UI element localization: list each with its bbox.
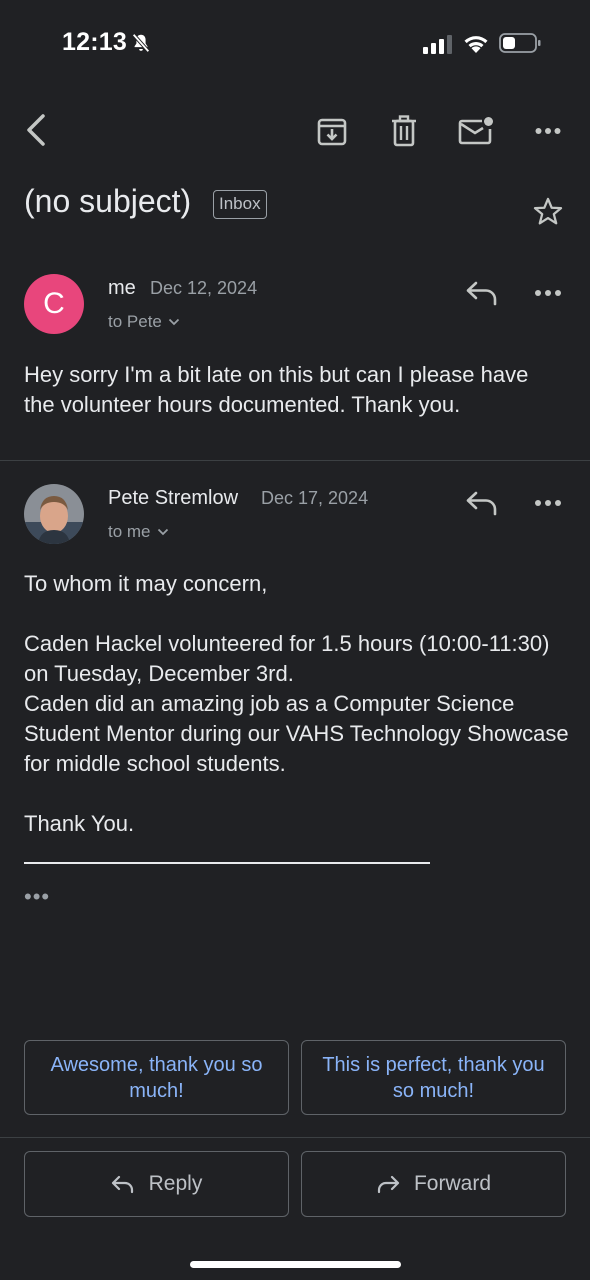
reply-button[interactable]: Reply xyxy=(24,1151,289,1217)
bell-slash-icon xyxy=(132,33,150,53)
trash-icon[interactable] xyxy=(385,112,423,150)
message-date: Dec 12, 2024 xyxy=(150,278,258,298)
signature-divider xyxy=(24,862,430,864)
footer-divider xyxy=(0,1137,590,1138)
reply-icon xyxy=(111,1175,133,1194)
message-body: To whom it may concern, Caden Hackel vol… xyxy=(24,571,569,836)
back-arrow-icon[interactable] xyxy=(16,110,56,150)
recipient-toggle[interactable]: to me xyxy=(108,522,169,542)
more-icon[interactable] xyxy=(530,488,566,518)
more-icon[interactable] xyxy=(530,278,566,308)
smart-reply-button[interactable]: This is perfect, thank you so much! xyxy=(301,1040,566,1115)
forward-button[interactable]: Forward xyxy=(301,1151,566,1217)
smart-reply-button[interactable]: Awesome, thank you so much! xyxy=(24,1040,289,1115)
wifi-icon xyxy=(464,36,488,53)
message-divider xyxy=(0,460,590,461)
sender-name: Pete Stremlow xyxy=(108,487,239,509)
cellular-signal-icon xyxy=(423,35,452,54)
archive-icon[interactable] xyxy=(313,112,351,150)
avatar[interactable]: C xyxy=(24,274,84,334)
battery-icon xyxy=(499,33,541,53)
reply-label: Reply xyxy=(148,1172,203,1195)
reply-icon[interactable] xyxy=(464,278,500,308)
show-trimmed-content[interactable]: ••• xyxy=(24,884,50,910)
chevron-down-icon xyxy=(157,528,168,536)
mark-unread-icon[interactable] xyxy=(456,112,496,150)
recipient-toggle[interactable]: to Pete xyxy=(108,312,180,332)
star-icon[interactable] xyxy=(531,195,565,229)
forward-label: Forward xyxy=(413,1172,492,1195)
reply-icon[interactable] xyxy=(464,488,500,518)
status-time: 12:13 xyxy=(62,28,127,56)
sender-name: me xyxy=(108,277,136,299)
recipient-label: to Pete xyxy=(108,312,162,331)
email-subject: (no subject) xyxy=(24,183,192,219)
forward-icon xyxy=(377,1175,400,1194)
more-icon[interactable] xyxy=(528,112,568,150)
home-indicator[interactable] xyxy=(190,1261,401,1268)
message-date: Dec 17, 2024 xyxy=(261,488,369,508)
message-body: Hey sorry I'm a bit late on this but can… xyxy=(24,362,529,417)
avatar[interactable] xyxy=(24,484,84,544)
recipient-label: to me xyxy=(108,522,151,541)
inbox-label-badge[interactable]: Inbox xyxy=(213,190,267,219)
chevron-down-icon xyxy=(168,318,180,326)
